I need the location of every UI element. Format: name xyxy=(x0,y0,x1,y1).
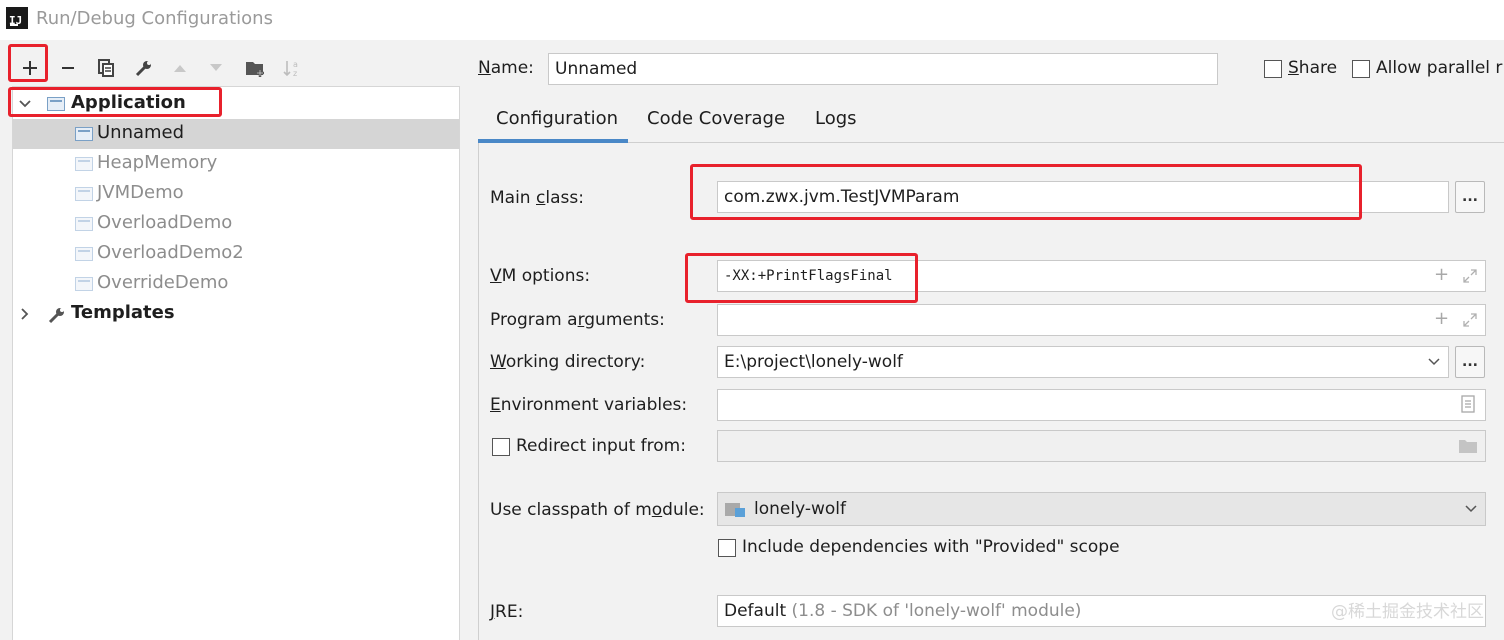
active-tab-indicator xyxy=(478,139,628,143)
move-down-icon[interactable] xyxy=(204,56,228,80)
intellij-app-icon: IJ xyxy=(6,7,28,29)
share-checkbox[interactable] xyxy=(1264,60,1282,78)
class-icon xyxy=(75,157,93,171)
tree-item-label: OverrideDemo xyxy=(97,272,229,293)
svg-text:z: z xyxy=(293,69,297,78)
tree-item-label: JVMDemo xyxy=(97,182,184,203)
sort-icon[interactable]: az xyxy=(280,56,304,80)
add-icon[interactable]: + xyxy=(1434,308,1449,329)
move-up-icon[interactable] xyxy=(168,56,192,80)
folder-icon xyxy=(1459,440,1477,453)
add-button-highlight xyxy=(8,44,48,82)
expand-icon[interactable] xyxy=(1462,312,1478,328)
tree-node-templates[interactable]: Templates xyxy=(13,299,459,329)
tree-item-label: HeapMemory xyxy=(97,152,218,173)
class-icon xyxy=(75,247,93,261)
class-icon xyxy=(75,277,93,291)
chevron-down-icon[interactable] xyxy=(1427,356,1441,368)
redirect-input-label: Redirect input from: xyxy=(516,436,686,456)
name-input[interactable]: Unnamed xyxy=(548,53,1218,85)
main-class-browse-button[interactable]: ... xyxy=(1455,181,1485,213)
class-icon xyxy=(75,187,93,201)
config-tree[interactable]: Application Unnamed HeapMemory JVMDemo O… xyxy=(12,86,460,640)
redirect-input-checkbox[interactable] xyxy=(492,438,510,456)
tree-item-unnamed[interactable]: Unnamed xyxy=(13,119,459,149)
remove-icon[interactable] xyxy=(56,56,80,80)
svg-text:a: a xyxy=(293,60,298,69)
chevron-right-icon[interactable] xyxy=(17,306,33,322)
chevron-down-icon[interactable] xyxy=(1464,503,1478,515)
classpath-module-label: Use classpath of module: xyxy=(490,500,705,520)
environment-variables-input[interactable] xyxy=(717,389,1486,421)
jre-label: JRE: xyxy=(490,602,524,622)
program-arguments-label: Program arguments: xyxy=(490,310,665,330)
vm-options-label: VM options: xyxy=(490,266,591,286)
application-highlight xyxy=(8,87,222,117)
wrench-icon[interactable] xyxy=(132,56,156,80)
tree-item-label: OverloadDemo xyxy=(97,212,233,233)
expand-icon[interactable] xyxy=(1462,268,1478,284)
allow-parallel-label: Allow parallel r xyxy=(1376,58,1503,78)
tree-label-templates: Templates xyxy=(71,302,175,323)
working-directory-browse-button[interactable]: ... xyxy=(1455,346,1485,378)
folder-add-icon[interactable] xyxy=(244,56,268,80)
classpath-module-select[interactable]: lonely-wolf xyxy=(717,492,1486,526)
working-directory-label: Working directory: xyxy=(490,352,646,372)
vm-options-highlight xyxy=(685,253,918,303)
copy-icon[interactable] xyxy=(94,56,118,80)
watermark: @稀土掘金技术社区 xyxy=(1331,602,1484,622)
tree-item-label: OverloadDemo2 xyxy=(97,242,244,263)
tab-code-coverage[interactable]: Code Coverage xyxy=(647,108,785,129)
wrench-icon xyxy=(48,308,64,324)
allow-parallel-checkbox[interactable] xyxy=(1352,60,1370,78)
name-label: Name: xyxy=(478,58,534,78)
environment-variables-label: Environment variables: xyxy=(490,395,688,415)
tab-configuration[interactable]: Configuration xyxy=(496,108,618,129)
tree-item-heapmemory[interactable]: HeapMemory xyxy=(13,149,459,179)
working-directory-input[interactable]: E:\project\lonely-wolf xyxy=(717,346,1449,378)
include-dependencies-label: Include dependencies with "Provided" sco… xyxy=(742,537,1120,557)
share-label: Share xyxy=(1288,58,1338,78)
document-icon[interactable] xyxy=(1460,395,1476,413)
main-class-label: Main class: xyxy=(490,188,584,208)
tree-item-overloaddemo[interactable]: OverloadDemo xyxy=(13,209,459,239)
include-dependencies-checkbox[interactable] xyxy=(718,539,736,557)
tree-item-jvmdemo[interactable]: JVMDemo xyxy=(13,179,459,209)
tab-logs[interactable]: Logs xyxy=(815,108,857,129)
window-title: Run/Debug Configurations xyxy=(36,8,273,29)
config-toolbar: az xyxy=(8,48,458,88)
tree-item-overridedemo[interactable]: OverrideDemo xyxy=(13,269,459,299)
jre-hint: (1.8 - SDK of 'lonely-wolf' module) xyxy=(791,601,1082,621)
title-bar: IJ Run/Debug Configurations xyxy=(0,0,1504,40)
add-icon[interactable]: + xyxy=(1434,264,1449,285)
module-icon xyxy=(725,503,745,517)
tree-item-label: Unnamed xyxy=(97,122,185,143)
tree-item-overloaddemo2[interactable]: OverloadDemo2 xyxy=(13,239,459,269)
class-icon xyxy=(75,217,93,231)
program-arguments-input[interactable] xyxy=(717,304,1486,336)
class-icon xyxy=(75,127,93,141)
redirect-input-field xyxy=(717,430,1486,462)
main-class-highlight xyxy=(690,164,1362,220)
